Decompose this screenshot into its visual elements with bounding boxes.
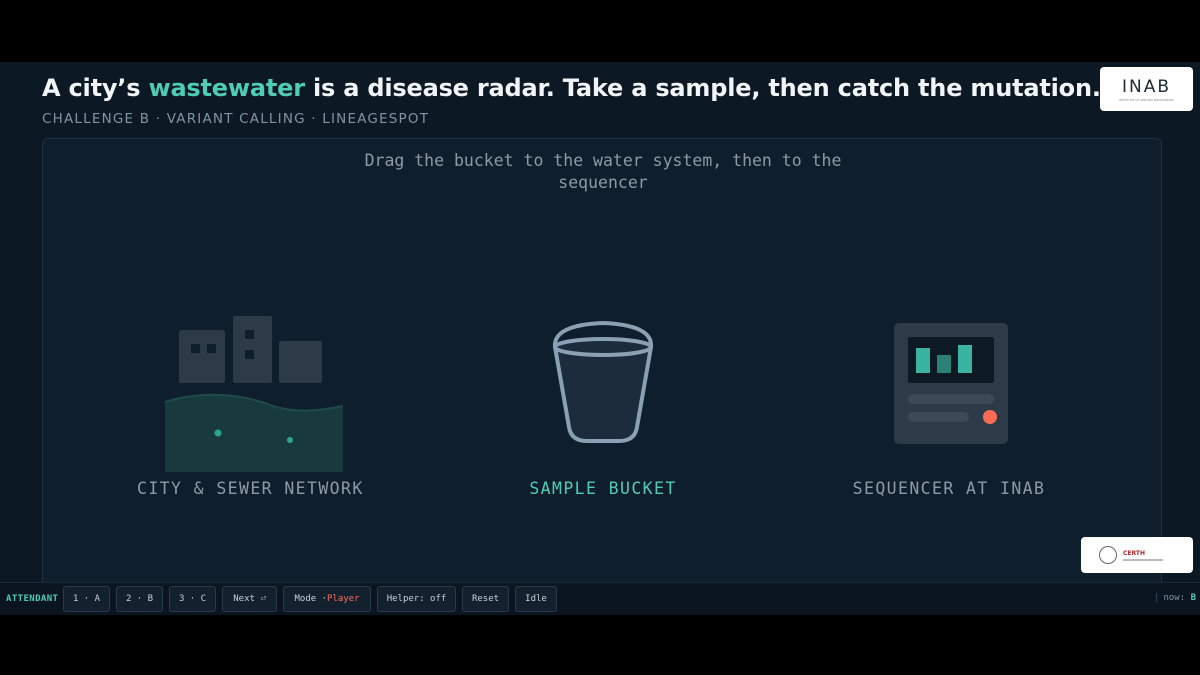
page-title: A city’s wastewater is a disease radar. … — [42, 74, 1101, 102]
certh-seal-icon — [1099, 546, 1117, 564]
mode-value: Player — [327, 594, 360, 604]
bucket-icon — [552, 320, 654, 443]
idle-button[interactable]: Idle — [515, 586, 557, 612]
inab-logo-text: INAB — [1121, 76, 1172, 97]
sample-bucket-draggable[interactable] — [551, 317, 655, 447]
reset-button[interactable]: Reset — [462, 586, 509, 612]
sequencer-label: SEQUENCER AT INAB — [852, 479, 1046, 498]
title-prefix: A city’s — [42, 74, 149, 102]
certh-logo-text-block: CERTH — [1123, 550, 1163, 561]
activity-panel: Drag the bucket to the water system, the… — [42, 138, 1162, 589]
app-screen: A city’s wastewater is a disease radar. … — [0, 62, 1200, 614]
city-sewer-label: CITY & SEWER NETWORK — [137, 479, 364, 498]
challenge-b-button[interactable]: 2 · B — [116, 586, 163, 612]
certh-logo-line — [1123, 558, 1163, 561]
title-highlight: wastewater — [148, 74, 305, 102]
now-label: now: — [1163, 593, 1186, 603]
attendant-toolbar: ATTENDANT 1 · A 2 · B 3 · C Next ⏎ Mode … — [0, 582, 1200, 615]
challenge-c-button[interactable]: 3 · C — [169, 586, 216, 612]
now-separator: | — [1154, 593, 1160, 603]
now-value: B — [1190, 593, 1196, 603]
sequencer-icon — [894, 323, 1008, 444]
sequencer-dropzone[interactable] — [894, 323, 1008, 444]
next-button[interactable]: Next ⏎ — [222, 586, 277, 612]
mode-toggle-button[interactable]: Mode · Player — [283, 586, 371, 612]
challenge-a-button[interactable]: 1 · A — [63, 586, 110, 612]
challenge-subtitle: CHALLENGE B · VARIANT CALLING · LINEAGES… — [42, 111, 430, 127]
city-sewer-dropzone[interactable] — [163, 314, 345, 474]
title-suffix: is a disease radar. Take a sample, then … — [304, 74, 1101, 102]
certh-logo-name: CERTH — [1123, 549, 1145, 557]
certh-logo: CERTH — [1081, 537, 1193, 573]
inab-logo-subtext: INSTITUTE OF APPLIED BIOSCIENCES — [1118, 97, 1175, 102]
city-sewer-icon — [164, 316, 344, 472]
mode-label: Mode · — [294, 594, 327, 604]
helper-toggle-button[interactable]: Helper: off — [377, 586, 456, 612]
sample-bucket-label: SAMPLE BUCKET — [529, 479, 677, 498]
current-challenge-indicator: | now: B — [1154, 593, 1196, 603]
instruction-text: Drag the bucket to the water system, the… — [364, 151, 842, 192]
inab-logo: INAB INSTITUTE OF APPLIED BIOSCIENCES — [1100, 67, 1193, 111]
attendant-label: ATTENDANT — [6, 594, 59, 604]
